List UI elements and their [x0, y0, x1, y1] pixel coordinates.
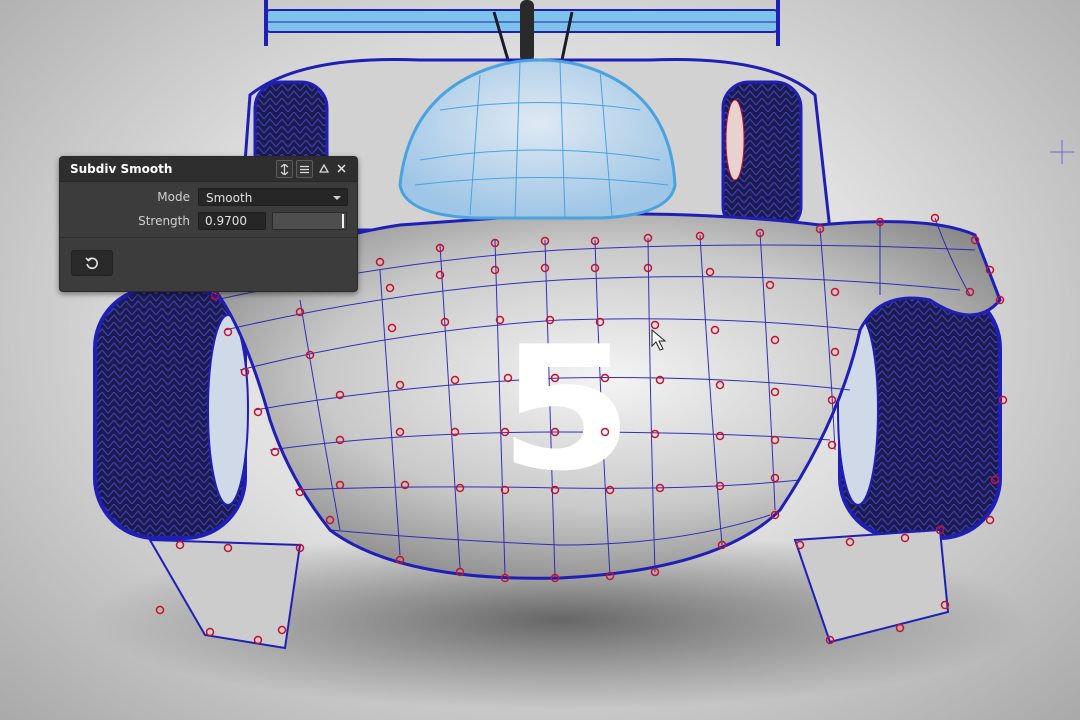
menu-icon[interactable] [296, 160, 313, 178]
pin-icon[interactable] [276, 160, 293, 178]
subdiv-smooth-panel: Subdiv Smooth Mode Smooth Strength 0.970… [59, 156, 358, 292]
strength-slider-handle[interactable] [342, 214, 344, 228]
reset-button[interactable] [71, 250, 113, 276]
strength-slider-fill [273, 213, 344, 229]
reset-icon [85, 257, 98, 270]
chevron-down-icon [333, 196, 341, 200]
panel-divider [60, 237, 357, 238]
strength-input[interactable]: 0.9700 [198, 212, 266, 230]
panel-titlebar[interactable]: Subdiv Smooth [60, 157, 357, 182]
rear-wing[interactable] [264, 0, 780, 62]
mode-value: Smooth [206, 191, 253, 205]
strength-slider[interactable] [272, 212, 347, 230]
strength-label: Strength [138, 214, 190, 228]
viewport-crosshair [1050, 140, 1074, 164]
front-left-wheel[interactable] [93, 286, 249, 540]
car-number: 5 [499, 310, 634, 509]
panel-title: Subdiv Smooth [70, 162, 173, 176]
mode-label: Mode [157, 190, 190, 204]
rear-right-wheel[interactable] [721, 80, 803, 234]
3d-viewport[interactable]: 5 [0, 0, 1080, 720]
close-icon[interactable] [334, 160, 349, 176]
mode-dropdown[interactable]: Smooth [198, 188, 348, 206]
control-point[interactable] [985, 515, 995, 525]
collapse-icon[interactable] [316, 160, 331, 176]
